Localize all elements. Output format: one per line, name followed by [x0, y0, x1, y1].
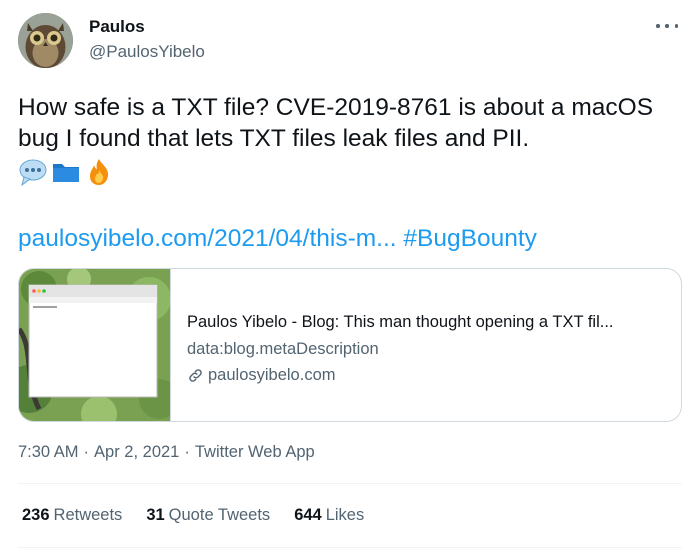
display-name[interactable]: Paulos — [89, 17, 145, 37]
tweet-stats: 236 Retweets 31 Quote Tweets 644 Likes — [22, 506, 364, 525]
likes-count: 644 — [294, 506, 322, 524]
folder-icon — [53, 164, 79, 182]
fire-icon — [90, 159, 109, 185]
card-domain-text: paulosyibelo.com — [208, 366, 336, 384]
tweet-time[interactable]: 7:30 AM — [18, 443, 79, 461]
avatar[interactable] — [18, 13, 73, 68]
thumbnail-image — [19, 269, 170, 421]
divider — [18, 547, 682, 548]
link-icon — [189, 368, 202, 382]
card-title: Paulos Yibelo - Blog: This man thought o… — [187, 313, 614, 331]
quote-tweets-count: 31 — [146, 506, 165, 524]
link-preview-card[interactable]: Paulos Yibelo - Blog: This man thought o… — [18, 268, 682, 422]
retweets-count: 236 — [22, 506, 50, 524]
tweet-text: How safe is a TXT file? CVE-2019-8761 is… — [18, 94, 654, 152]
article-link[interactable]: paulosyibelo.com/2021/04/this-m... — [18, 225, 397, 252]
owl-avatar-icon — [18, 13, 73, 68]
quote-tweets-label: Quote Tweets — [168, 506, 271, 524]
card-thumbnail — [19, 269, 171, 421]
more-dot-icon — [656, 24, 660, 28]
tweet-links: paulosyibelo.com/2021/04/this-m... #BugB… — [18, 223, 537, 254]
card-description: data:blog.metaDescription — [187, 340, 379, 358]
meta-separator: · — [184, 443, 190, 461]
meta-separator: · — [83, 443, 90, 461]
user-handle[interactable]: @PaulosYibelo — [89, 42, 205, 62]
divider — [18, 483, 682, 484]
hashtag-link[interactable]: #BugBounty — [403, 225, 537, 252]
retweets-stat[interactable]: 236 Retweets — [22, 506, 122, 525]
more-dot-icon — [665, 24, 669, 28]
more-options-button[interactable] — [656, 18, 678, 34]
more-dot-icon — [674, 24, 678, 28]
tweet-source[interactable]: Twitter Web App — [195, 443, 315, 461]
speech-balloon-icon — [19, 159, 47, 187]
tweet-meta: 7:30 AM · Apr 2, 2021 · Twitter Web App — [18, 443, 315, 462]
likes-stat[interactable]: 644 Likes — [294, 506, 364, 525]
emoji-row — [18, 157, 114, 187]
quote-tweets-stat[interactable]: 31 Quote Tweets — [146, 506, 270, 525]
likes-label: Likes — [325, 506, 365, 524]
tweet-date[interactable]: Apr 2, 2021 — [94, 443, 179, 461]
card-body: Paulos Yibelo - Blog: This man thought o… — [187, 311, 672, 386]
retweets-label: Retweets — [53, 506, 123, 524]
card-domain: paulosyibelo.com — [187, 364, 672, 386]
